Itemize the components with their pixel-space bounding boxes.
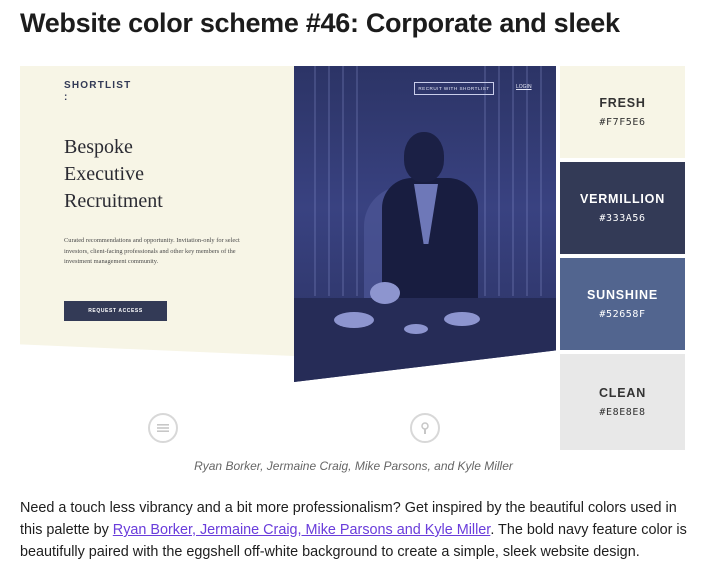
request-access-button: REQUEST ACCESS bbox=[64, 301, 167, 321]
lock-icon-glyph bbox=[421, 422, 429, 434]
brand-colon: : bbox=[64, 92, 68, 103]
headline-line: Bespoke bbox=[64, 136, 133, 158]
headline-line: Recruitment bbox=[64, 190, 163, 212]
preview-blurb: Curated recommendations and opportunity.… bbox=[64, 237, 240, 265]
swatch-sunshine: SUNSHINE #52658F bbox=[560, 258, 685, 350]
swatch-hex: #E8E8E8 bbox=[599, 407, 646, 418]
color-scheme-figure: SHORTLIST : Bespoke Executive Recruitmen… bbox=[20, 66, 685, 450]
cup-shape bbox=[444, 312, 480, 326]
menu-icon-glyph bbox=[157, 424, 169, 432]
article-paragraph: Need a touch less vibrancy and a bit mor… bbox=[20, 497, 690, 563]
headline-line: Executive bbox=[64, 163, 144, 185]
website-preview-left: SHORTLIST : Bespoke Executive Recruitmen… bbox=[20, 66, 294, 450]
swatch-hex: #52658F bbox=[599, 309, 646, 320]
page-title: Website color scheme #46: Corporate and … bbox=[20, 8, 620, 38]
brand-logo: SHORTLIST bbox=[64, 80, 132, 91]
recruit-nav-button: RECRUIT WITH SHORTLIST bbox=[414, 82, 494, 95]
cup-shape bbox=[404, 324, 428, 334]
lock-icon bbox=[410, 413, 440, 443]
swatch-hex: #F7F5E6 bbox=[599, 117, 646, 128]
designers-link[interactable]: Ryan Borker, Jermaine Craig, Mike Parson… bbox=[113, 522, 491, 538]
swatch-fresh: FRESH #F7F5E6 bbox=[560, 66, 685, 158]
menu-icon bbox=[148, 413, 178, 443]
navy-photo: RECRUIT WITH SHORTLIST LOGIN bbox=[294, 66, 556, 382]
swatch-name: VERMILLION bbox=[579, 192, 666, 206]
swatch-name: CLEAN bbox=[598, 386, 647, 400]
website-preview-photo: RECRUIT WITH SHORTLIST LOGIN bbox=[294, 66, 556, 450]
swatch-hex: #333A56 bbox=[599, 213, 646, 224]
cup-shape bbox=[334, 312, 374, 328]
swatch-vermillion: VERMILLION #333A56 bbox=[560, 162, 685, 254]
image-caption: Ryan Borker, Jermaine Craig, Mike Parson… bbox=[194, 459, 513, 473]
swatch-name: SUNSHINE bbox=[587, 288, 658, 302]
login-link: LOGIN bbox=[516, 84, 532, 90]
swatch-name: FRESH bbox=[599, 96, 646, 110]
person-head bbox=[404, 132, 444, 182]
teapot-shape bbox=[370, 282, 400, 304]
swatch-clean: CLEAN #E8E8E8 bbox=[560, 354, 685, 450]
preview-headline: Bespoke Executive Recruitment bbox=[64, 134, 244, 215]
table-shape bbox=[294, 298, 556, 382]
